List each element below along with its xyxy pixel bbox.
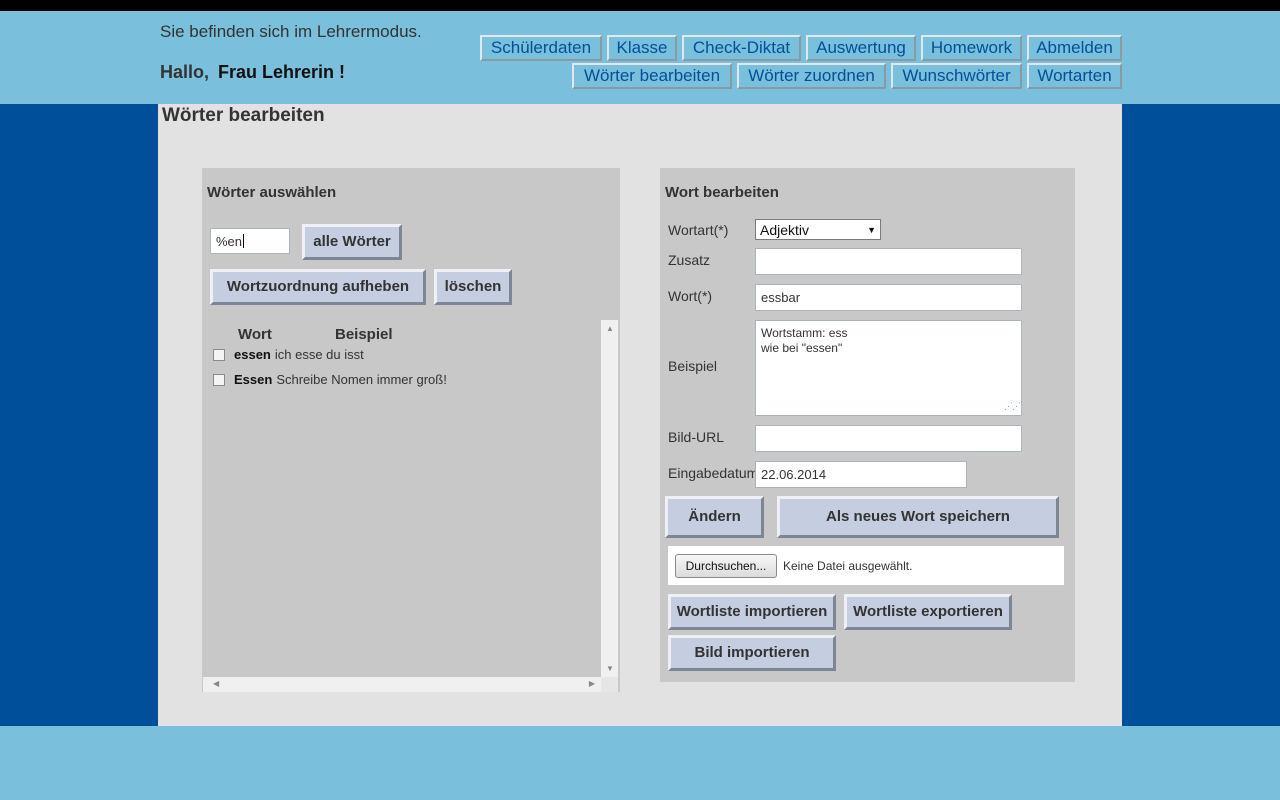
list-item: essen ich esse du isst — [213, 347, 364, 362]
scroll-down-icon[interactable]: ▼ — [606, 664, 614, 673]
user-name: Frau Lehrerin ! — [218, 62, 346, 82]
beispiel-line-1: Wortstamm: ess — [761, 326, 848, 340]
word-checkbox[interactable] — [213, 348, 225, 361]
vertical-scrollbar[interactable]: ▲ ▼ — [601, 320, 618, 677]
nav-auswertung[interactable]: Auswertung — [806, 35, 916, 61]
nav-woerter-zuordnen[interactable]: Wörter zuordnen — [737, 63, 886, 89]
wort-input[interactable]: essbar — [755, 284, 1022, 311]
nav-klasse[interactable]: Klasse — [607, 35, 677, 61]
eingabedatum-value: 22.06.2014 — [761, 467, 827, 482]
wortart-label: Wortart(*) — [668, 222, 729, 238]
nav-wortarten[interactable]: Wortarten — [1027, 63, 1122, 89]
word-search-input[interactable]: %en — [210, 228, 290, 254]
eingabedatum-input[interactable]: 22.06.2014 — [755, 461, 967, 488]
column-header-beispiel: Beispiel — [335, 326, 393, 343]
top-strip — [0, 0, 1280, 11]
bild-url-label: Bild-URL — [668, 429, 725, 445]
browse-button[interactable]: Durchsuchen... — [675, 554, 777, 578]
word-search-value: %en — [216, 233, 243, 249]
nav-abmelden[interactable]: Abmelden — [1027, 35, 1122, 61]
change-button[interactable]: Ändern — [665, 496, 764, 538]
list-item-word: Essen — [234, 372, 273, 387]
beispiel-textarea[interactable]: Wortstamm: ess wie bei "essen" ⋰⋰ — [755, 320, 1022, 416]
wortart-selected: Adjektiv — [760, 221, 810, 238]
eingabedatum-label: Eingabedatum — [668, 465, 759, 481]
column-header-wort: Wort — [238, 326, 272, 343]
scroll-left-icon[interactable]: ◀ — [213, 679, 219, 688]
text-cursor — [243, 234, 245, 248]
list-item-word: essen — [234, 347, 271, 362]
import-image-button[interactable]: Bild importieren — [668, 635, 836, 671]
wortart-select[interactable]: Adjektiv ▼ — [755, 219, 881, 240]
zusatz-input[interactable] — [755, 248, 1022, 275]
remove-assignment-button[interactable]: Wortzuordnung aufheben — [210, 269, 426, 305]
mode-indicator: Sie befinden sich im Lehrermodus. — [160, 22, 422, 41]
list-item-example: Schreibe Nomen immer groß! — [276, 372, 447, 387]
word-select-title: Wörter auswählen — [207, 184, 337, 201]
word-edit-title: Wort bearbeiten — [665, 184, 779, 201]
nav-check-diktat[interactable]: Check-Diktat — [682, 35, 801, 61]
export-word-list-button[interactable]: Wortliste exportieren — [844, 594, 1012, 630]
nav-homework[interactable]: Homework — [921, 35, 1022, 61]
nav-schuelerdaten[interactable]: Schülerdaten — [480, 35, 602, 61]
scrollbar-corner — [601, 677, 618, 692]
page-title: Wörter bearbeiten — [162, 105, 325, 126]
list-item: Essen Schreibe Nomen immer groß! — [213, 372, 447, 387]
nav-woerter-bearbeiten[interactable]: Wörter bearbeiten — [572, 63, 732, 89]
list-item-example: ich esse du isst — [274, 347, 364, 362]
beispiel-line-2: wie bei "essen" — [761, 341, 843, 355]
zusatz-label: Zusatz — [668, 252, 711, 268]
greeting-label: Hallo, — [160, 62, 210, 82]
delete-button[interactable]: löschen — [434, 269, 512, 305]
wort-value: essbar — [761, 290, 801, 305]
all-words-button[interactable]: alle Wörter — [302, 224, 402, 260]
file-status: Keine Datei ausgewählt. — [783, 559, 913, 573]
resize-grip-icon[interactable]: ⋰⋰ — [1004, 399, 1021, 414]
beispiel-label: Beispiel — [668, 358, 718, 374]
import-word-list-button[interactable]: Wortliste importieren — [668, 594, 836, 630]
wort-label: Wort(*) — [668, 288, 713, 304]
nav-wunschwoerter[interactable]: Wunschwörter — [891, 63, 1022, 89]
scroll-up-icon[interactable]: ▲ — [606, 324, 614, 333]
horizontal-scrollbar[interactable]: ◀ ▶ — [203, 677, 601, 692]
chevron-down-icon: ▼ — [867, 224, 876, 235]
greeting: Hallo, Frau Lehrerin ! — [160, 62, 345, 83]
scroll-right-icon[interactable]: ▶ — [589, 679, 595, 688]
word-checkbox[interactable] — [213, 373, 225, 386]
save-new-word-button[interactable]: Als neues Wort speichern — [777, 496, 1059, 538]
bild-url-input[interactable] — [755, 425, 1022, 452]
